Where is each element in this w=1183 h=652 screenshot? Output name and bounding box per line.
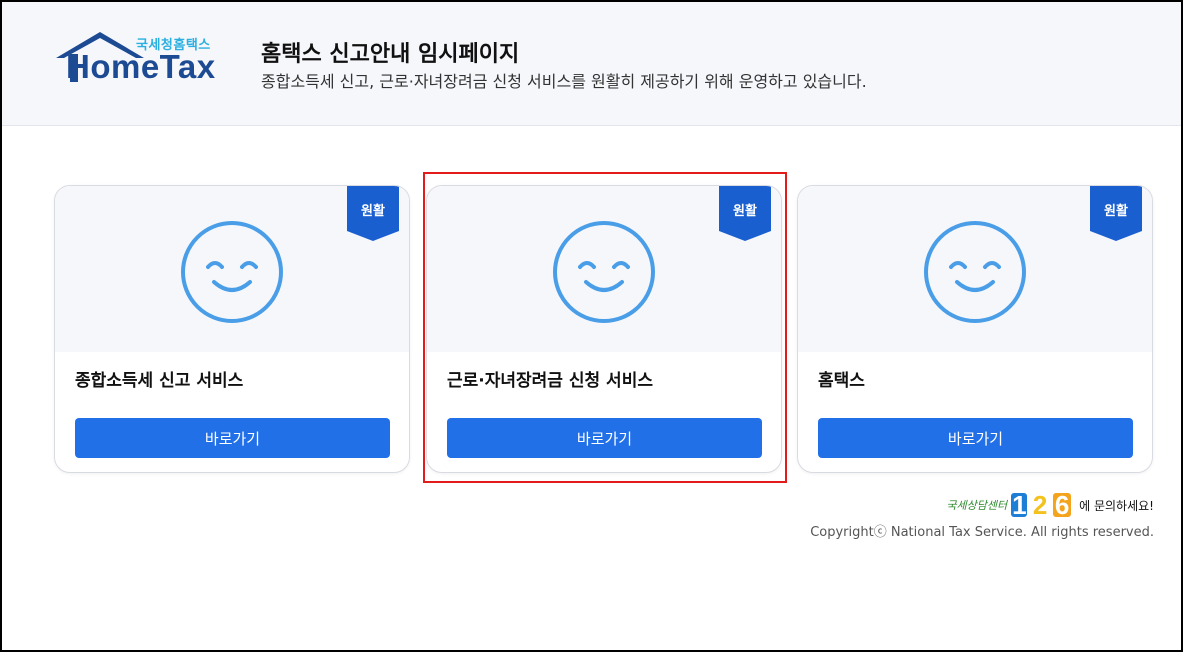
status-badge: 원활 — [1090, 186, 1142, 241]
go-button[interactable]: 바로가기 — [75, 418, 390, 458]
page-header: 국세청홈택스 HomeTax 홈택스 신고안내 임시페이지 종합소득세 신고, … — [2, 2, 1181, 126]
page-title: 홈택스 신고안내 임시페이지 — [261, 42, 520, 67]
card-title: 홈택스 — [818, 371, 865, 391]
service-card-hometax: 원활 홈택스 바로가기 — [797, 185, 1153, 473]
status-badge: 원활 — [719, 186, 771, 241]
contact-digit: 1 — [1011, 490, 1028, 520]
go-button[interactable]: 바로가기 — [447, 418, 762, 458]
smile-icon — [924, 221, 1026, 323]
card-title: 근로·자녀장려금 신청 서비스 — [447, 371, 653, 391]
service-card-income-tax: 원활 종합소득세 신고 서비스 바로가기 — [54, 185, 410, 473]
page-subtitle: 종합소득세 신고, 근로·자녀장려금 신청 서비스를 원활히 제공하기 위해 운… — [261, 72, 867, 91]
contact-center-label: 국세상담센터 — [946, 499, 1008, 512]
hometax-logo[interactable]: 국세청홈택스 HomeTax — [52, 30, 227, 86]
card-banner: 원활 — [798, 186, 1152, 352]
card-title: 종합소득세 신고 서비스 — [75, 371, 244, 391]
status-badge-label: 원활 — [733, 204, 757, 219]
status-badge-label: 원활 — [1104, 204, 1128, 219]
card-banner: 원활 — [427, 186, 781, 352]
contact-digit: 2 — [1032, 490, 1048, 520]
status-badge: 원활 — [347, 186, 399, 241]
contact-center-suffix: 에 문의하세요! — [1079, 498, 1154, 513]
contact-center-banner: 국세상담센터 1 2 6 에 문의하세요! — [946, 492, 1154, 518]
status-badge-label: 원활 — [361, 204, 385, 219]
logo-wordmark: HomeTax — [66, 48, 216, 85]
copyright-text: Copyrightⓒ National Tax Service. All rig… — [810, 525, 1154, 540]
page-frame: 국세청홈택스 HomeTax 홈택스 신고안내 임시페이지 종합소득세 신고, … — [0, 0, 1183, 652]
smile-icon — [553, 221, 655, 323]
card-banner: 원활 — [55, 186, 409, 352]
service-card-incentive: 원활 근로·자녀장려금 신청 서비스 바로가기 — [426, 185, 782, 473]
contact-digit: 6 — [1053, 490, 1072, 520]
smile-icon — [181, 221, 283, 323]
go-button[interactable]: 바로가기 — [818, 418, 1133, 458]
